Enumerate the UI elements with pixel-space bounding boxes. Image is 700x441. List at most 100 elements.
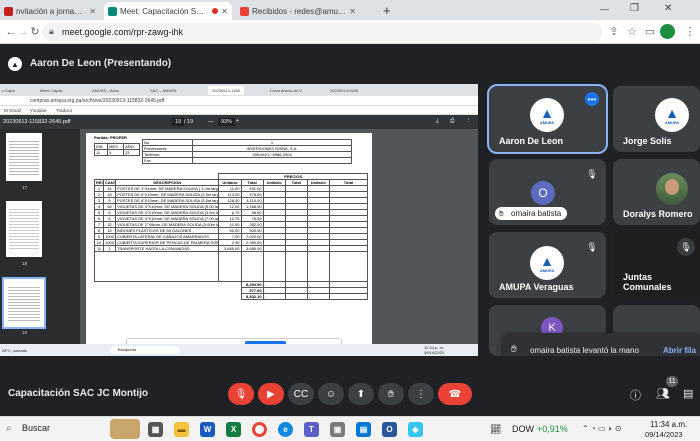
mic-toggle-button[interactable]: 🎙︎ [228, 383, 254, 405]
table-cell: VIGUETAS DE 4"X10mm. DE MADERA SOLIDA (5… [115, 203, 220, 210]
share-icon[interactable]: ⇪ [607, 25, 621, 39]
camera-toggle-button[interactable]: ▶︎ [258, 383, 284, 405]
people-icon[interactable]: 👥︎ [656, 387, 670, 400]
extensions-icon[interactable]: ▭ [643, 25, 657, 39]
info-icon[interactable]: ⓘ [630, 387, 641, 403]
reactions-button[interactable]: ☺ [318, 383, 344, 405]
table-cell: CUBIERTA LATERAL DE CAÑAZOS AMARRADOS [115, 233, 220, 240]
zoom-in-icon[interactable]: + [236, 118, 239, 124]
table-cell: 1000 [103, 233, 117, 240]
close-icon[interactable]: ✕ [89, 7, 96, 16]
participant-tile-jorge[interactable]: ▲ AMUPA Jorge Solís [613, 86, 700, 152]
window-close-button[interactable]: ✕ [664, 3, 672, 14]
present-button[interactable]: ⬆ [348, 383, 374, 405]
browser-tab-meet[interactable]: Meet: Capacitación SAC JC M ✕ [104, 2, 232, 20]
word-icon[interactable]: W [200, 422, 215, 437]
more-icon[interactable]: ⋮ [466, 118, 472, 124]
amupa-logo-icon: ▲ [8, 57, 22, 71]
teams-icon[interactable]: T [304, 422, 319, 437]
raised-hand-icon: ✋︎ [499, 209, 504, 218]
mic-off-icon: 🎙︎ [583, 238, 601, 256]
meet-header: ▲ Aaron De Leon (Presentando) [0, 44, 700, 84]
new-tab-button[interactable]: + [383, 3, 391, 18]
address-bar[interactable]: 🔒︎ meet.google.com/rpr-zawg-ihk [42, 23, 602, 41]
avatar [656, 173, 688, 205]
more-vert-icon: ⋮ [416, 388, 426, 400]
pdf-viewer: 17 18 19 Partida: PROPER DIA MES AÑO 11 9 23… [0, 129, 478, 344]
close-icon[interactable]: ✕ [349, 7, 356, 16]
pdf-title: 20230913-115832-2645.pdf [3, 119, 71, 125]
raise-hand-button[interactable]: ✋︎ [378, 383, 404, 405]
browser-tab-invitation[interactable]: nvitación a jornada de AMUP ✕ [0, 2, 100, 20]
pdf-toolbar: 20230913-115832-2645.pdf 19 / 19 — 93% +… [0, 115, 478, 129]
participant-tile-amupa-veraguas[interactable]: 🎙︎ ▲ AMUPA AMUPA Veraguas [489, 232, 606, 298]
browser-toolbar: ← → ↻ 🔒︎ meet.google.com/rpr-zawg-ihk ⇪ … [0, 20, 700, 44]
table-cell: POSTES DE 3"X4mm, DE MADERA SOLIDA ( 1.0… [115, 185, 220, 192]
photos-icon[interactable]: ▤ [356, 422, 371, 437]
column-header: Unitario [218, 179, 242, 186]
excel-icon[interactable]: X [226, 422, 241, 437]
more-options-button[interactable]: ⋮ [408, 383, 434, 405]
outlook-icon[interactable]: O [382, 422, 397, 437]
mic-off-icon: 🎙︎ [234, 388, 248, 400]
captions-icon: CC [293, 388, 309, 400]
taskbar-search[interactable]: Buscar [22, 423, 50, 433]
raised-hand-icon: ✋︎ [388, 388, 394, 400]
captions-button[interactable]: CC [288, 383, 314, 405]
app-icon[interactable]: ◈ [408, 422, 423, 437]
avatar: O [531, 181, 555, 205]
print-icon[interactable]: ⎙ [450, 118, 454, 125]
tray-icons[interactable]: ⌃ ◔ ▭ ◗ ⊙ [582, 424, 622, 433]
leave-call-button[interactable]: ☎ [438, 383, 472, 405]
search-icon[interactable]: ⌕ [6, 423, 12, 434]
open-queue-button[interactable]: Abrir fila [663, 346, 696, 355]
participant-tile-juntas[interactable]: 🎙︎ Juntas Comunales [613, 232, 700, 298]
meeting-title: Capacitación SAC JC Montijo [8, 388, 149, 399]
meet-controls: Capacitación SAC JC Montijo 🎙︎ ▶︎ CC ☺ ⬆… [0, 356, 700, 416]
edge-icon[interactable]: e [278, 422, 293, 437]
pdf-zoom[interactable]: 93% [218, 118, 236, 126]
gmail-icon [240, 6, 249, 16]
mic-off-icon: 🎙︎ [677, 238, 695, 256]
thumbnail-page[interactable] [6, 133, 42, 181]
column-header: Unitario [262, 179, 286, 186]
thumbnail-page-current[interactable] [2, 277, 46, 329]
profile-avatar[interactable] [660, 24, 675, 39]
maximize-button[interactable]: ❐ [630, 3, 639, 14]
pdf-page-input[interactable]: 19 [172, 118, 185, 126]
amupa-logo-icon: ▲ AMUPA [655, 98, 689, 132]
column-header: CANT [103, 179, 117, 186]
chrome-icon[interactable] [252, 422, 267, 437]
task-view-icon[interactable]: ▦ [148, 422, 163, 437]
zoom-out-icon[interactable]: — [208, 119, 214, 125]
horse-image-icon [110, 419, 140, 439]
bookmark-star-icon[interactable]: ☆ [625, 25, 639, 39]
raised-hand-icon: ✋︎ [511, 344, 517, 355]
browser-tabstrip: nvitación a jornada de AMUP ✕ Meet: Capa… [0, 0, 700, 20]
table-cell: VIGUETAS DE 2"X6mm. DE MADERA SOLIDA (3.… [115, 221, 220, 228]
file-explorer-icon[interactable]: ▬ [174, 422, 189, 437]
site-icon [4, 6, 13, 16]
table-cell: 1000 [103, 239, 117, 246]
present-screen-icon: ⬆ [356, 388, 366, 400]
chat-icon[interactable]: ▤ [683, 387, 693, 400]
participant-tile-omaira[interactable]: 🎙︎ O ✋︎ omaira batista [489, 159, 606, 225]
menu-dots-icon[interactable]: ⋮ [683, 25, 697, 39]
participant-tile-aaron[interactable]: ▲ AMUPA ••• Aaron De Leon [487, 84, 608, 154]
table-cell: VIGUETAS DE 4"X10mm. DE MADERA SOLIDA (7… [115, 215, 220, 222]
table-cell: CUBIERTA SUPERIOR DE PENCAS DE PALMERA S… [115, 239, 220, 246]
browser-tab-gmail[interactable]: Recibidos - redes@amupa.org.pa ✕ [236, 2, 360, 20]
download-icon[interactable]: ⤓ [436, 118, 438, 125]
table-cell: VIGUETAS DE 4"X10mm. DE MADERA SOLIDA (3… [115, 209, 220, 216]
reload-icon[interactable]: ↻ [28, 25, 42, 39]
pdf-page: Partida: PROPER DIA MES AÑO 11 9 23 No. 1 Pro… [86, 133, 372, 344]
presenter-banner: Aaron De Leon (Presentando) [30, 58, 172, 69]
more-options-icon[interactable]: ••• [585, 92, 599, 106]
close-icon[interactable]: ✕ [221, 7, 228, 16]
minimize-button[interactable]: — [600, 4, 609, 14]
app-icon[interactable]: ▣ [330, 422, 345, 437]
camera-off-icon: ▶︎ [267, 388, 275, 400]
participant-tile-doralys[interactable]: Doralys Romero [613, 159, 700, 225]
thumbnail-page[interactable] [6, 201, 42, 257]
table-cell: POSTES DE 6"X10mm. DE MADERA SOLIDA (2.5… [115, 191, 220, 198]
